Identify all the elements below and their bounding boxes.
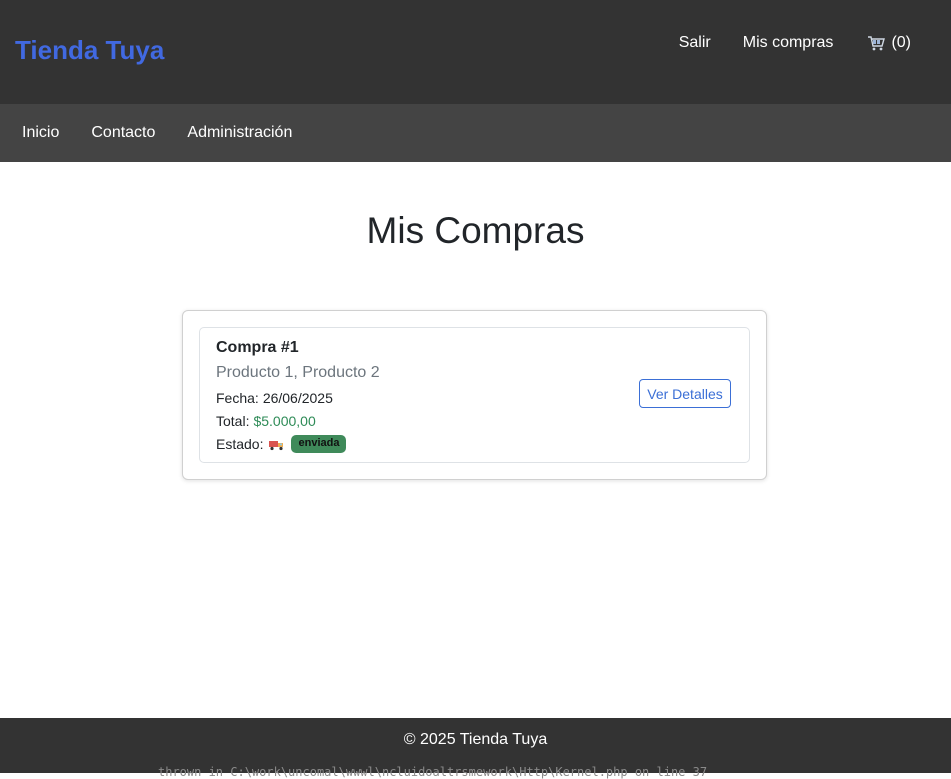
order-total-row: Total: $5.000,00 — [216, 413, 316, 429]
order-date-row: Fecha: 26/06/2025 — [216, 390, 333, 406]
orders-panel: Compra #1 Producto 1, Producto 2 Fecha: … — [182, 310, 767, 480]
main-nav: Inicio Contacto Administración — [0, 104, 951, 162]
truck-icon — [269, 438, 285, 451]
order-status-row: Estado: enviada — [216, 435, 347, 453]
cart-link[interactable]: (0) — [867, 34, 911, 52]
order-status-label: Estado: — [216, 436, 264, 452]
cart-icon — [867, 35, 886, 51]
nav-items: Inicio Contacto Administración — [0, 104, 951, 162]
order-title: Compra #1 — [216, 339, 299, 356]
status-badge: enviada — [291, 435, 347, 453]
user-links: Salir Mis compras (0) — [647, 32, 911, 54]
nav-item-contacto[interactable]: Contacto — [91, 124, 155, 142]
order-date-value: 26/06/2025 — [262, 390, 333, 406]
view-details-button[interactable]: Ver Detalles — [639, 379, 731, 408]
footer-copyright: © 2025 Tienda Tuya — [403, 731, 548, 748]
order-total-label: Total: — [216, 413, 250, 429]
order-products: Producto 1, Producto 2 — [216, 364, 380, 381]
nav-item-administracion[interactable]: Administración — [187, 124, 292, 142]
order-total-value: $5.000,00 — [253, 413, 316, 429]
cart-count: (0) — [891, 34, 911, 51]
brand-logo-link[interactable]: Tienda Tuya — [15, 33, 164, 67]
footer-error-text: thrown in C:\work\uncomal\wwwl\ncluidoal… — [158, 765, 708, 779]
nav-item-inicio[interactable]: Inicio — [22, 124, 59, 142]
top-header: Tienda Tuya Salir Mis compras (0) — [0, 0, 951, 104]
logout-link[interactable]: Salir — [679, 32, 711, 54]
footer: © 2025 Tienda Tuya thrown in C:\work\unc… — [0, 718, 951, 779]
order-card: Compra #1 Producto 1, Producto 2 Fecha: … — [199, 327, 750, 463]
my-purchases-link[interactable]: Mis compras — [743, 32, 834, 54]
page-title: Mis Compras — [366, 210, 585, 251]
order-date-label: Fecha: — [216, 390, 259, 406]
